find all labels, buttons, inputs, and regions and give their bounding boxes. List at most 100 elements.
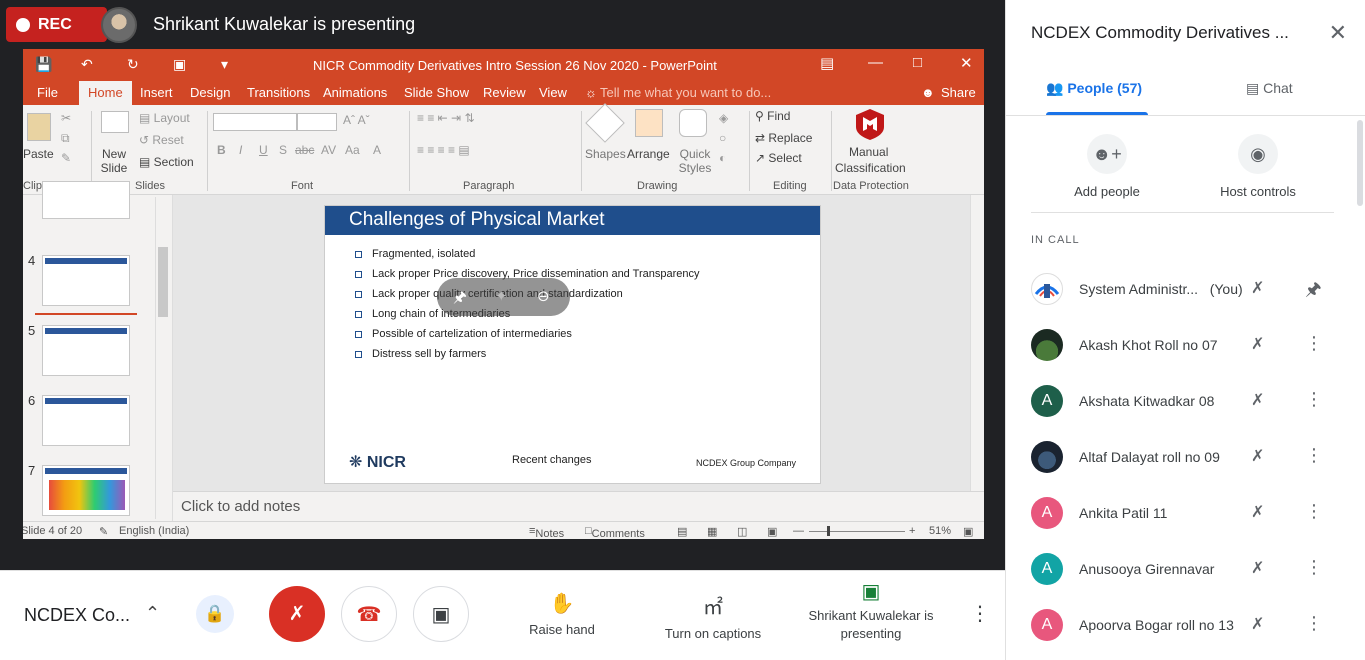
redo-icon[interactable]: ↻ [127,56,139,73]
language[interactable]: English (India) [119,525,189,537]
mute-overlay-icon[interactable]: ✦ [495,287,508,305]
quick-styles-button[interactable]: Quick Styles [677,147,713,175]
tab-view[interactable]: View [539,85,567,100]
underline-icon[interactable]: U [259,143,268,157]
mic-off-button[interactable]: ✗ [269,586,325,642]
zoom-in-icon[interactable]: + [909,525,915,537]
add-people-button[interactable]: ☻+ Add people [1047,134,1167,199]
participant-row[interactable]: A Akshata Kitwadkar 08 ✗ ⋮ [1031,381,1341,421]
strikethrough-icon[interactable]: abc [295,143,314,157]
shapes-icon[interactable] [585,103,625,143]
pin-icon[interactable]: 🖈 [1305,277,1322,307]
scrollbar-knob[interactable] [158,247,168,317]
close-window-icon[interactable]: ✕ [960,54,973,72]
italic-icon[interactable]: I [239,143,242,157]
pin-icon[interactable]: 🖈 [453,287,467,312]
notes-button[interactable]: ≡ Notes [529,525,564,539]
normal-view-icon[interactable]: ▤ [677,525,687,538]
paste-icon[interactable] [27,113,51,141]
new-slide-button[interactable]: New Slide [97,147,131,175]
new-slide-icon[interactable] [101,111,129,133]
reading-view-icon[interactable]: ◫ [737,525,747,538]
thumbnail-scrollbar[interactable] [155,197,169,519]
find-button[interactable]: ⚲ Find [755,109,790,123]
zoom-level[interactable]: 51% [929,525,951,537]
more-options-icon[interactable]: ⋮ [1305,613,1323,634]
font-color-icon[interactable]: A [373,143,381,157]
present-icon[interactable]: ▣ [173,56,186,73]
tab-home[interactable]: Home [79,81,132,105]
tab-review[interactable]: Review [483,85,526,100]
participant-row[interactable]: System Administr... (You) ✗ 🖈 [1031,269,1341,309]
classification-label[interactable]: Classification [835,161,906,175]
replace-button[interactable]: ⇄ Replace [755,131,812,145]
meeting-name[interactable]: NCDEX Co... [24,605,130,626]
zoom-thumb[interactable] [827,526,830,536]
tab-animations[interactable]: Animations [323,85,387,100]
align-icons[interactable]: ≡ ≡ ≡ ≡ ▤ [417,143,470,157]
fit-window-icon[interactable]: ▣ [963,525,973,538]
customize-icon[interactable]: ▾ [221,56,228,73]
participant-row[interactable]: A Anusooya Girennavar ✗ ⋮ [1031,549,1341,589]
zoom-out-icon[interactable]: — [793,525,804,537]
minimize-icon[interactable]: — [868,54,883,71]
leave-call-button[interactable]: ☎ [341,586,397,642]
tab-insert[interactable]: Insert [140,85,173,100]
side-scrollbar[interactable] [1357,120,1363,206]
close-icon[interactable]: ✕ [1329,20,1347,46]
editor-scrollbar[interactable] [970,195,984,491]
cut-icon[interactable]: ✂ [61,111,71,125]
chevron-up-icon[interactable]: ⌃ [145,603,160,624]
undo-icon[interactable]: ↶ [81,56,93,73]
more-options-icon[interactable]: ⋮ [1305,557,1323,578]
participant-row[interactable]: Altaf Dalayat roll no 09 ✗ ⋮ [1031,437,1341,477]
format-painter-icon[interactable]: ✎ [61,151,71,165]
case-icon[interactable]: Aa [345,143,360,157]
tab-design[interactable]: Design [190,85,230,100]
more-options-icon[interactable]: ⋮ [970,601,990,626]
thumbnail-slide-3[interactable] [42,181,130,219]
thumbnail-slide-6[interactable] [42,395,130,446]
thumbnail-slide-5[interactable] [42,325,130,376]
bullets-icon[interactable]: ≡ ≡ ⇤ ⇥ ⇅ [417,111,475,125]
quick-styles-icon[interactable] [679,109,707,137]
zoom-slider[interactable] [809,531,905,532]
arrange-button[interactable]: Arrange [627,147,670,161]
section-button[interactable]: ▤ Section [139,155,194,169]
notes-pane[interactable]: Click to add notes [173,491,984,521]
raise-hand-button[interactable]: ✋ Raise hand [512,591,612,637]
mcafee-shield-icon[interactable] [853,107,887,141]
paste-button[interactable]: Paste [23,147,54,161]
reset-button[interactable]: ↺ Reset [139,133,184,147]
spacing-icon[interactable]: AV [321,143,336,157]
lock-shield-icon[interactable]: 🔒 [196,595,234,633]
participant-row[interactable]: A Apoorva Bogar roll no 13 ✗ ⋮ [1031,605,1341,645]
font-family-select[interactable] [213,113,297,131]
save-icon[interactable]: 💾 [35,56,52,73]
thumbnail-slide-4[interactable] [42,255,130,306]
copy-icon[interactable]: ⧉ [61,131,70,146]
captions-button[interactable]: ㎡ Turn on captions [652,591,774,641]
tab-slide-show[interactable]: Slide Show [404,85,469,100]
participant-row[interactable]: Akash Khot Roll no 07 ✗ ⋮ [1031,325,1341,365]
arrange-icon[interactable] [635,109,663,137]
maximize-icon[interactable]: □ [913,54,922,71]
presenting-button[interactable]: ▣ Shrikant Kuwalekar is presenting [806,582,936,643]
current-slide[interactable]: Challenges of Physical Market Fragmented… [324,205,821,484]
spellcheck-icon[interactable]: ✎ [99,525,108,538]
manual-label[interactable]: Manual [849,145,888,159]
more-options-icon[interactable]: ⋮ [1305,501,1323,522]
more-options-icon[interactable]: ⋮ [1305,333,1323,354]
font-grow-icon[interactable]: Aˆ Aˇ [343,113,370,127]
sorter-view-icon[interactable]: ▦ [707,525,717,538]
tab-people[interactable]: 👥 People (57) [1046,80,1148,97]
thumbnail-slide-7[interactable] [42,465,130,516]
tell-me-input[interactable]: Tell me what you want to do... [600,85,771,100]
layout-button[interactable]: ▤ Layout [139,111,190,125]
ribbon-display-icon[interactable]: ▤ [820,54,834,72]
shape-effects-icon[interactable]: ◐ [719,151,726,165]
comments-button[interactable]: □ Comments [585,525,645,539]
presenter-overlay[interactable]: 🖈 ✦ ⊖ [437,278,570,316]
remove-icon[interactable]: ⊖ [537,287,550,305]
select-button[interactable]: ↗ Select [755,151,802,165]
